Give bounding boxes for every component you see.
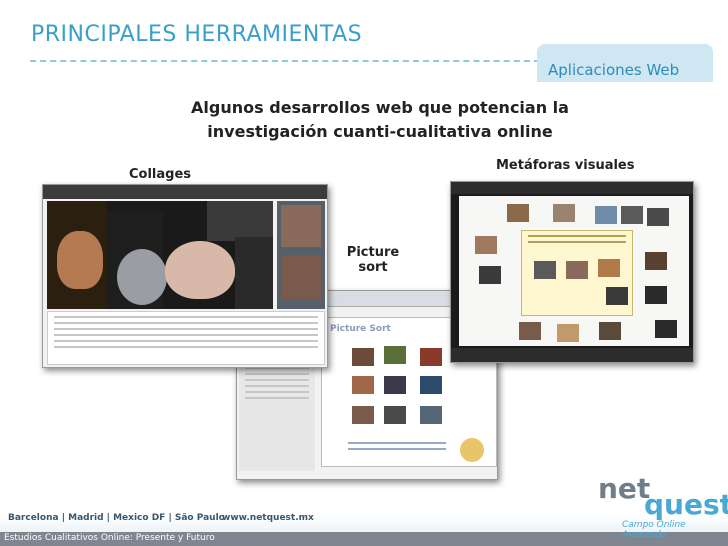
webcam-user <box>281 255 321 299</box>
metaphor-thumb <box>655 320 677 338</box>
collage-photo <box>207 201 273 241</box>
logo-net-text: net <box>598 472 651 505</box>
metaforas-label: Metáforas visuales <box>496 158 635 173</box>
metaphor-thumb <box>519 322 541 340</box>
section-badge-label: Aplicaciones Web <box>548 61 680 79</box>
collage-brain <box>165 241 235 299</box>
collages-screenshot <box>42 184 328 368</box>
picture-sort-question <box>342 438 452 460</box>
sort-thumb <box>420 376 442 394</box>
metaphor-thumb <box>647 208 669 226</box>
metaphor-thumb <box>595 206 617 224</box>
metaphor-drop-box <box>521 230 633 316</box>
metaforas-board <box>459 196 689 346</box>
collage-photo <box>235 237 273 309</box>
sort-thumb <box>420 348 442 366</box>
collage-face <box>57 231 103 289</box>
metaphor-thumb <box>507 204 529 222</box>
sort-thumb <box>352 406 374 424</box>
picture-sort-label: Picture sort <box>337 245 409 275</box>
footer-cities: Barcelona | Madrid | Mexico DF | São Pau… <box>8 513 225 523</box>
sort-thumb <box>384 346 406 364</box>
logo-tagline: Campo Online Avanzado <box>622 520 686 540</box>
slide-title: PRINCIPALES HERRAMIENTAS <box>31 22 363 47</box>
metaphor-thumb <box>598 259 620 277</box>
picture-sort-label-line-1: Picture <box>346 245 400 260</box>
metaphor-thumb <box>606 287 628 305</box>
collages-chat <box>47 311 325 365</box>
collage-mask <box>117 249 167 305</box>
webcam-user <box>281 205 321 247</box>
metaforas-screenshot <box>450 181 694 363</box>
footer-caption: Estudios Cualitativos Online: Presente y… <box>4 533 215 543</box>
picture-sort-label-line-2: sort <box>358 260 388 275</box>
sort-thumb <box>352 376 374 394</box>
sort-thumb <box>352 348 374 366</box>
metaphor-thumb <box>599 322 621 340</box>
netquest-logo: net quest Campo Online Avanzado <box>598 472 728 540</box>
subtitle-line-1: Algunos desarrollos web que potencian la <box>191 98 569 117</box>
collages-webcam-panel <box>277 201 325 309</box>
title-divider <box>30 60 550 62</box>
metaforas-toolbar <box>451 182 693 194</box>
footer-url[interactable]: www.netquest.mx <box>222 513 314 523</box>
metaphor-thumb <box>621 206 643 224</box>
metaphor-thumb <box>475 236 497 254</box>
collages-collage-area <box>47 201 273 309</box>
metaphor-thumb <box>534 261 556 279</box>
slide-subtitle: Algunos desarrollos web que potencian la… <box>150 96 610 144</box>
metaphor-thumb <box>645 286 667 304</box>
logo-quest-text: quest <box>644 488 728 521</box>
metaphor-thumb <box>645 252 667 270</box>
metaphor-thumb <box>479 266 501 284</box>
sort-thumb <box>420 406 442 424</box>
metaphor-thumb <box>553 204 575 222</box>
collages-label: Collages <box>129 167 192 182</box>
picture-sort-board-title: Picture Sort <box>330 324 391 334</box>
artafact-logo <box>460 438 484 462</box>
metaphor-thumb <box>566 261 588 279</box>
picture-sort-chat-panel <box>239 351 315 471</box>
metaphor-thumb <box>557 324 579 342</box>
collages-toolbar <box>43 185 327 199</box>
metaforas-bottombar <box>451 348 693 362</box>
sort-thumb <box>384 376 406 394</box>
sort-thumb <box>384 406 406 424</box>
subtitle-line-2: investigación cuanti-cualitativa online <box>207 122 553 141</box>
